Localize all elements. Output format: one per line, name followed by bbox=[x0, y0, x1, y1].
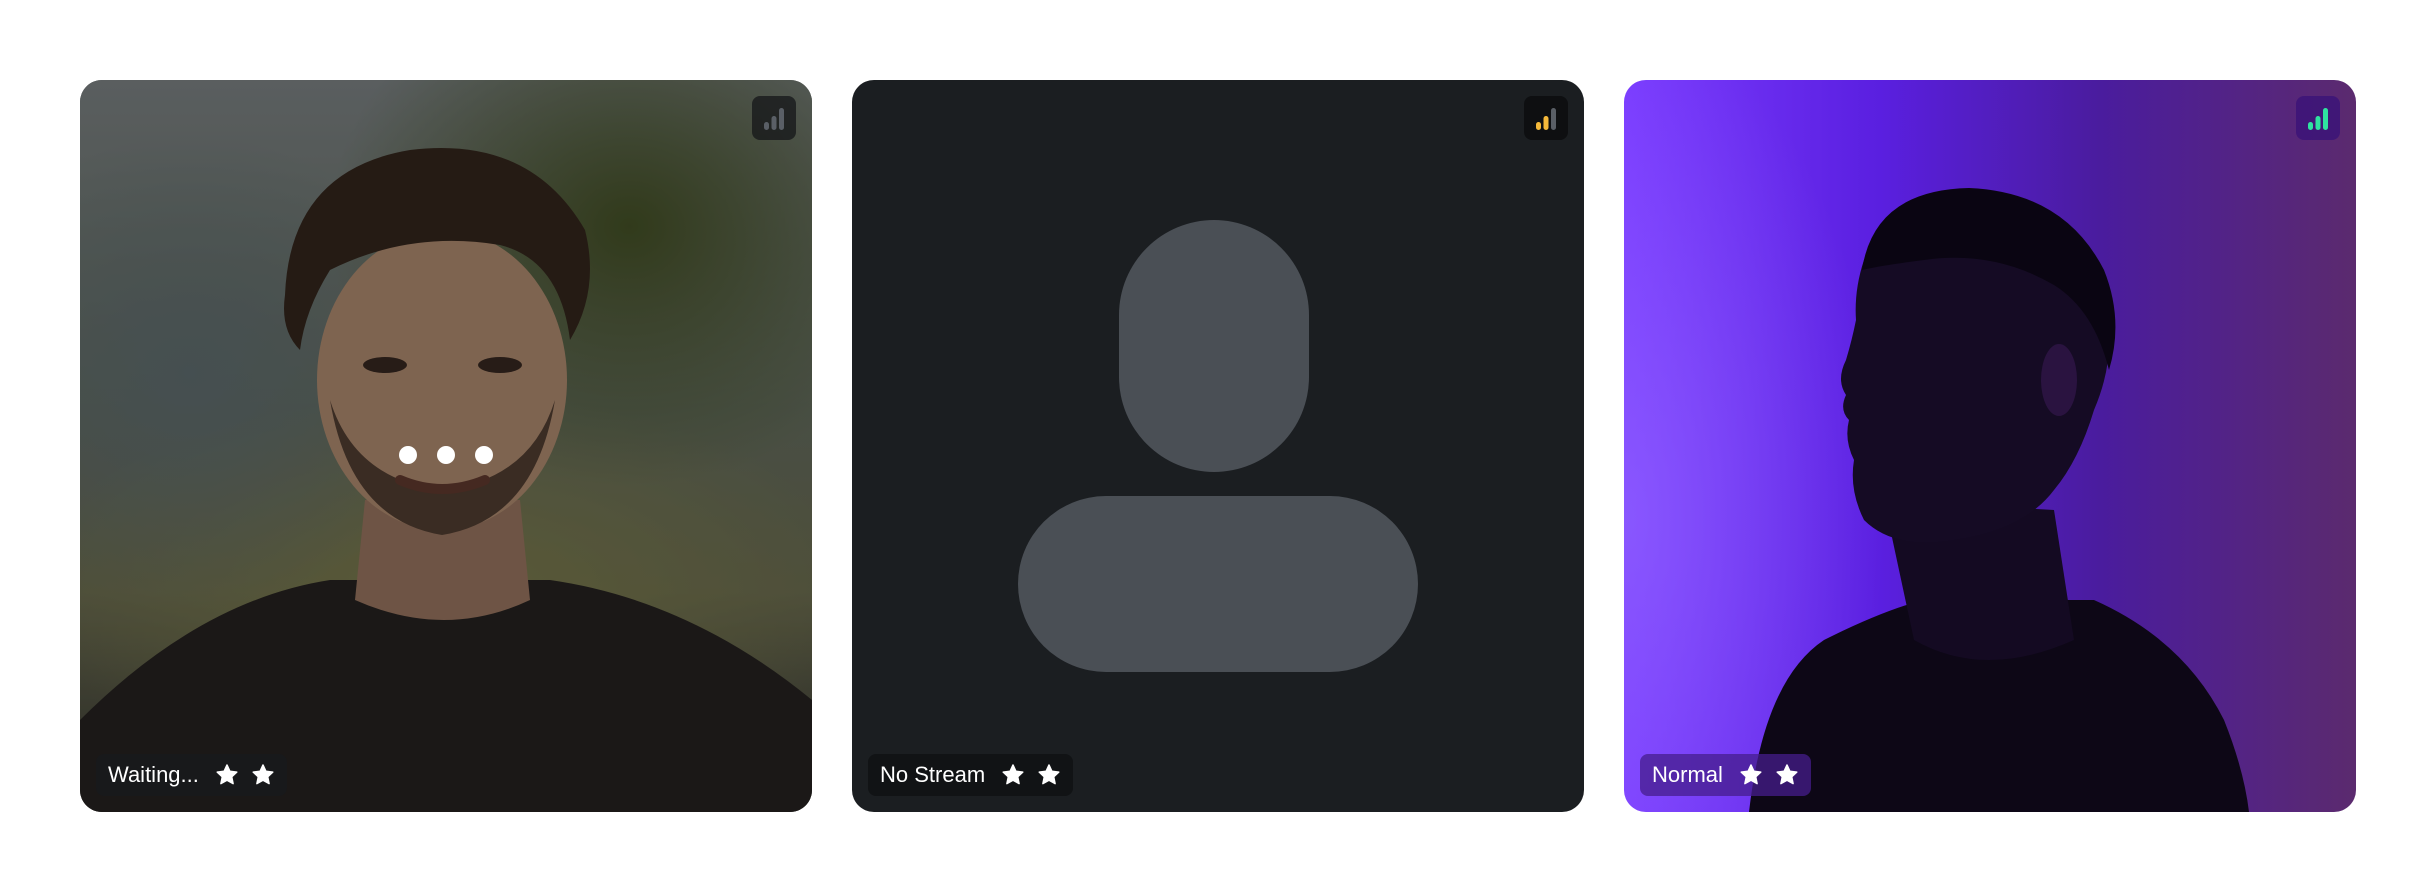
star-icon bbox=[1776, 764, 1798, 785]
participant-tile-no-stream[interactable]: No Stream bbox=[852, 80, 1584, 812]
participant-status-label: Normal bbox=[1652, 762, 1723, 787]
star-icon bbox=[1038, 764, 1060, 785]
avatar-placeholder-icon bbox=[1018, 220, 1418, 672]
signal-strength-indicator bbox=[752, 96, 796, 140]
participant-status-label: Waiting... bbox=[108, 762, 199, 787]
signal-strength-indicator bbox=[1524, 96, 1568, 140]
participant-name-tag: No Stream bbox=[868, 754, 1074, 796]
participant-status-label: No Stream bbox=[880, 762, 986, 787]
loading-dot bbox=[475, 446, 493, 464]
star-icon bbox=[1002, 764, 1024, 785]
signal-strength-indicator bbox=[2296, 96, 2340, 140]
loading-dots bbox=[399, 446, 493, 464]
star-icon bbox=[252, 764, 274, 785]
participant-tile-normal[interactable]: Normal bbox=[1624, 80, 2356, 812]
participant-tile-waiting[interactable]: Waiting... bbox=[80, 80, 812, 812]
signal-bars-icon bbox=[764, 108, 784, 130]
signal-bars-icon bbox=[2308, 108, 2328, 130]
loading-dot bbox=[437, 446, 455, 464]
participant-name-tag: Waiting... bbox=[96, 754, 287, 796]
star-icon bbox=[1740, 764, 1762, 785]
signal-bars-icon bbox=[1536, 108, 1556, 130]
participant-name-tag: Normal bbox=[1640, 754, 1811, 796]
video-grid: Waiting... No Stream Normal bbox=[80, 80, 2356, 812]
loading-dot bbox=[399, 446, 417, 464]
participant-video-silhouette bbox=[1749, 188, 2249, 812]
star-icon bbox=[216, 764, 238, 785]
